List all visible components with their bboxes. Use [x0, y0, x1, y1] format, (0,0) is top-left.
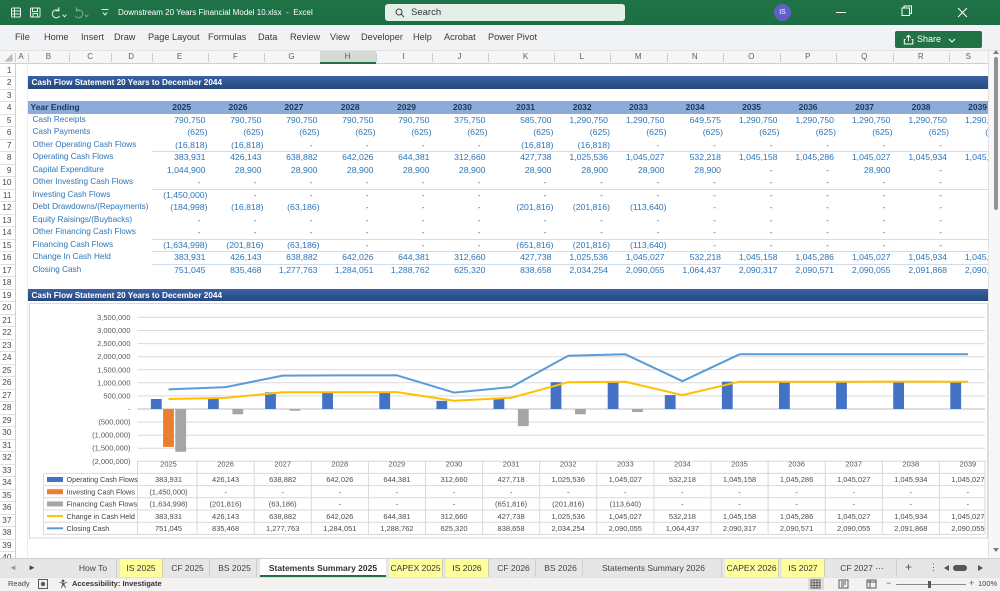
svg-text:2031: 2031 — [502, 460, 519, 469]
svg-text:1,045,027: 1,045,027 — [951, 512, 984, 521]
svg-text:312,660: 312,660 — [440, 512, 467, 521]
svg-text:(500,000): (500,000) — [98, 418, 131, 427]
svg-text:1,045,934: 1,045,934 — [894, 512, 927, 521]
svg-text:1,045,027: 1,045,027 — [837, 475, 870, 484]
svg-text:426,143: 426,143 — [212, 475, 239, 484]
svg-text:1,045,158: 1,045,158 — [722, 512, 755, 521]
svg-text:1,000,000: 1,000,000 — [97, 378, 130, 387]
svg-text:2035: 2035 — [731, 460, 748, 469]
svg-text:427,718: 427,718 — [497, 475, 524, 484]
svg-text:1,277,763: 1,277,763 — [266, 524, 299, 533]
svg-text:1,288,762: 1,288,762 — [380, 524, 413, 533]
svg-text:532,218: 532,218 — [668, 475, 695, 484]
svg-text:(2,000,000): (2,000,000) — [92, 457, 131, 466]
svg-text:2,090,317: 2,090,317 — [722, 524, 755, 533]
svg-text:1,045,286: 1,045,286 — [779, 512, 812, 521]
svg-text:2039: 2039 — [959, 460, 976, 469]
svg-text:2036: 2036 — [788, 460, 805, 469]
svg-text:1,025,536: 1,025,536 — [551, 512, 584, 521]
svg-text:1,045,158: 1,045,158 — [722, 475, 755, 484]
svg-text:2028: 2028 — [331, 460, 348, 469]
svg-text:(651,816): (651,816) — [495, 500, 528, 509]
svg-text:2027: 2027 — [274, 460, 291, 469]
svg-text:2,034,254: 2,034,254 — [551, 524, 584, 533]
svg-text:500,000: 500,000 — [103, 391, 130, 400]
svg-text:838,658: 838,658 — [497, 524, 524, 533]
svg-text:532,218: 532,218 — [668, 512, 695, 521]
svg-text:2,090,055: 2,090,055 — [837, 524, 870, 533]
svg-text:642,026: 642,026 — [326, 512, 353, 521]
svg-text:638,882: 638,882 — [269, 512, 296, 521]
svg-text:(1,450,000): (1,450,000) — [149, 487, 188, 496]
svg-text:1,500,000: 1,500,000 — [97, 365, 130, 374]
svg-text:(201,816): (201,816) — [209, 500, 242, 509]
svg-text:Investing Cash Flows: Investing Cash Flows — [66, 487, 135, 496]
svg-text:Closing Cash: Closing Cash — [66, 524, 109, 533]
svg-text:1,045,027: 1,045,027 — [608, 512, 641, 521]
svg-text:835,468: 835,468 — [212, 524, 239, 533]
svg-text:642,026: 642,026 — [326, 475, 353, 484]
svg-text:2,091,868: 2,091,868 — [894, 524, 927, 533]
svg-text:1,064,437: 1,064,437 — [665, 524, 698, 533]
svg-text:751,045: 751,045 — [154, 524, 181, 533]
svg-text:2,500,000: 2,500,000 — [97, 339, 130, 348]
svg-text:(201,816): (201,816) — [552, 500, 585, 509]
svg-text:3,500,000: 3,500,000 — [97, 313, 130, 322]
svg-text:2033: 2033 — [616, 460, 633, 469]
svg-text:426,143: 426,143 — [212, 512, 239, 521]
svg-text:2030: 2030 — [445, 460, 462, 469]
svg-text:644,381: 644,381 — [383, 512, 410, 521]
svg-text:312,660: 312,660 — [440, 475, 467, 484]
svg-text:1,045,027: 1,045,027 — [951, 475, 984, 484]
svg-text:2029: 2029 — [388, 460, 405, 469]
svg-text:644,381: 644,381 — [383, 475, 410, 484]
svg-text:(1,634,998): (1,634,998) — [149, 500, 188, 509]
svg-text:625,320: 625,320 — [440, 524, 467, 533]
svg-text:2025: 2025 — [160, 460, 177, 469]
svg-text:383,931: 383,931 — [154, 512, 181, 521]
svg-text:2,090,055: 2,090,055 — [951, 524, 984, 533]
svg-text:1,284,051: 1,284,051 — [323, 524, 356, 533]
svg-text:2,090,571: 2,090,571 — [779, 524, 812, 533]
svg-text:427,738: 427,738 — [497, 512, 524, 521]
svg-text:2,090,055: 2,090,055 — [608, 524, 641, 533]
svg-text:2034: 2034 — [674, 460, 691, 469]
svg-text:1,045,027: 1,045,027 — [837, 512, 870, 521]
svg-text:2037: 2037 — [845, 460, 862, 469]
svg-text:2032: 2032 — [559, 460, 576, 469]
svg-text:Financing Cash Flows: Financing Cash Flows — [66, 500, 137, 509]
svg-text:Operating Cash Flows: Operating Cash Flows — [66, 475, 138, 484]
svg-text:638,882: 638,882 — [269, 475, 296, 484]
svg-text:383,931: 383,931 — [154, 475, 181, 484]
svg-text:Change in Cash Held: Change in Cash Held — [66, 512, 134, 521]
svg-text:(1,500,000): (1,500,000) — [92, 444, 131, 453]
svg-text:1,045,027: 1,045,027 — [608, 475, 641, 484]
svg-text:1,045,286: 1,045,286 — [779, 475, 812, 484]
svg-text:2,000,000: 2,000,000 — [97, 352, 130, 361]
svg-text:1,025,536: 1,025,536 — [551, 475, 584, 484]
svg-text:(63,186): (63,186) — [268, 500, 296, 509]
svg-text:(113,640): (113,640) — [609, 500, 641, 509]
svg-text:(1,000,000): (1,000,000) — [92, 431, 131, 440]
svg-text:2038: 2038 — [902, 460, 919, 469]
svg-text:1,045,934: 1,045,934 — [894, 475, 927, 484]
svg-text:2026: 2026 — [217, 460, 234, 469]
svg-text:3,000,000: 3,000,000 — [97, 326, 130, 335]
